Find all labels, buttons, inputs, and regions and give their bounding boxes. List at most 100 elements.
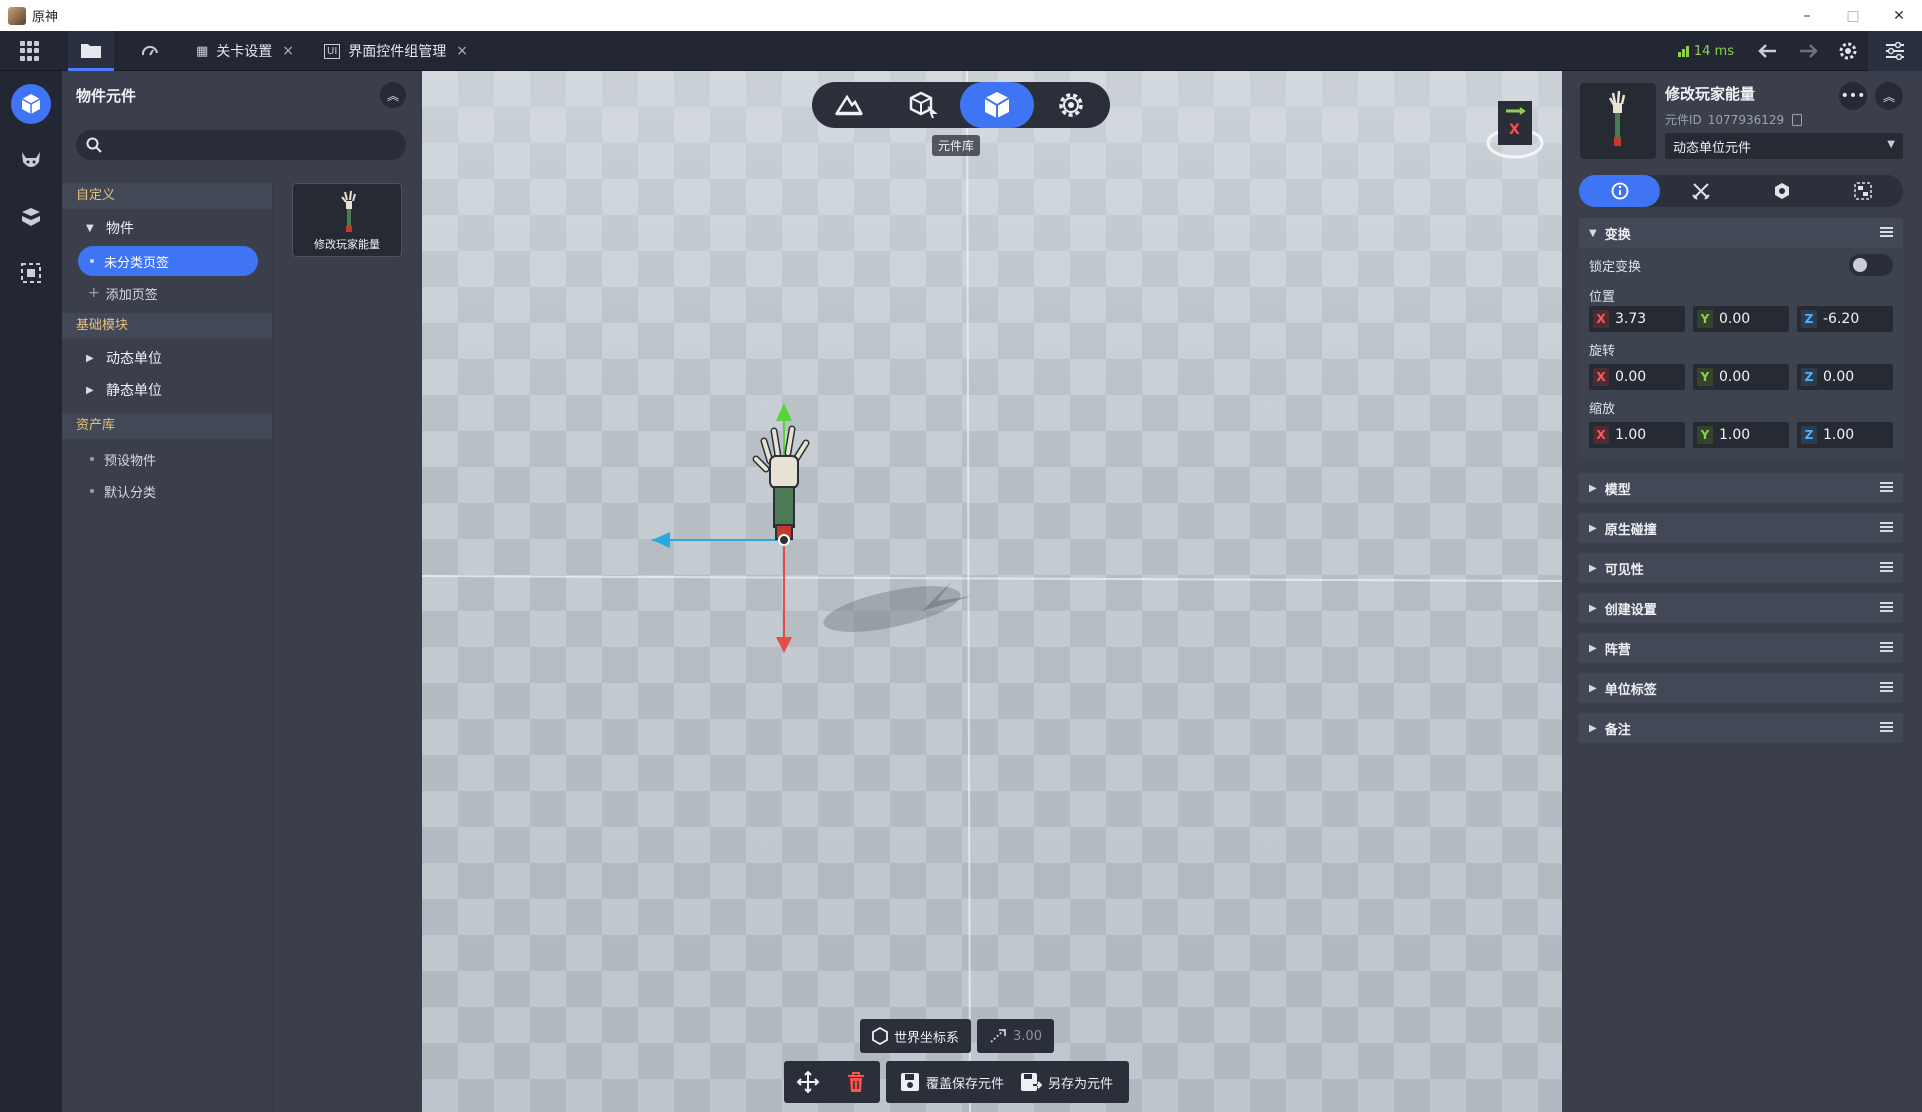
tree-node-static-unit[interactable]: ▶ 静态单位 — [62, 375, 272, 407]
section-unit-tags[interactable]: ▶ 单位标签 — [1579, 673, 1903, 703]
maximize-button[interactable]: □ — [1830, 0, 1876, 31]
gear-icon — [1839, 42, 1857, 60]
section-asset-library: 资产库 — [62, 413, 272, 439]
position-x-field[interactable]: X 3.73 — [1589, 306, 1685, 332]
caret-right-icon: ▶ — [1589, 562, 1597, 574]
caret-right-icon: ▶ — [1589, 642, 1597, 654]
scene-viewport[interactable]: 元件库 X 世界坐标系 3.00 覆盖保存元件 另存为元件 — [422, 71, 1562, 1112]
component-thumbnail[interactable]: 修改玩家能量 — [292, 183, 402, 257]
tab-files[interactable] — [68, 31, 114, 71]
close-tab-button[interactable]: × — [456, 43, 468, 59]
coordinate-system-label: 世界坐标系 — [894, 1030, 960, 1046]
tree-item-label: 默认分类 — [104, 485, 157, 501]
tab-components[interactable] — [1822, 175, 1903, 207]
copy-icon[interactable] — [1792, 113, 1803, 126]
delete-button[interactable] — [832, 1061, 880, 1103]
component-id-value: 1077936129 — [1707, 112, 1785, 127]
mode-component-library[interactable] — [960, 82, 1034, 128]
more-options-button[interactable]: ••• — [1839, 82, 1867, 110]
add-tab-button[interactable]: + 添加页签 — [62, 277, 272, 309]
lock-transform-toggle[interactable] — [1849, 254, 1893, 276]
menu-icon[interactable] — [1880, 722, 1893, 732]
minimize-button[interactable]: – — [1784, 0, 1830, 31]
tree-node-dynamic-unit[interactable]: ▶ 动态单位 — [62, 343, 272, 375]
collapse-panel-button[interactable]: ︽ — [380, 82, 406, 108]
caret-right-icon: ▶ — [1589, 482, 1597, 494]
close-tab-button[interactable]: × — [282, 43, 294, 59]
coordinate-system-button[interactable]: 世界坐标系 — [860, 1019, 972, 1053]
menu-icon[interactable] — [1880, 642, 1893, 652]
tab-sync[interactable] — [128, 31, 172, 71]
section-visibility[interactable]: ▶ 可见性 — [1579, 553, 1903, 583]
position-y-field[interactable]: Y 0.00 — [1693, 306, 1789, 332]
redo-button[interactable] — [1788, 31, 1828, 71]
search-input[interactable] — [110, 137, 390, 153]
scale-z-field[interactable]: Z 1.00 — [1797, 422, 1893, 448]
chevron-up-double-icon: ︽ — [1882, 89, 1895, 104]
menu-icon[interactable] — [1880, 227, 1893, 237]
rail-object-library[interactable] — [11, 84, 51, 124]
section-model[interactable]: ▶ 模型 — [1579, 473, 1903, 503]
mode-terrain[interactable] — [812, 82, 886, 128]
tab-basic-info[interactable] — [1579, 175, 1660, 207]
section-faction[interactable]: ▶ 阵营 — [1579, 633, 1903, 663]
tree-item-preset-objects[interactable]: 预设物件 — [62, 443, 272, 475]
tab-skills[interactable] — [1741, 175, 1822, 207]
menu-icon[interactable] — [1880, 682, 1893, 692]
close-window-button[interactable]: ✕ — [1876, 0, 1922, 31]
rail-prefab-library[interactable] — [11, 197, 51, 237]
thumbnail-label: 修改玩家能量 — [314, 238, 380, 251]
hand-object-preview-icon — [341, 190, 356, 232]
save-as-button[interactable]: 另存为元件 — [1020, 1072, 1129, 1092]
overwrite-save-button[interactable]: 覆盖保存元件 — [886, 1072, 1020, 1092]
tab-ui-control-group[interactable]: UI 界面控件组管理 × — [324, 31, 468, 71]
tree-node-label: 物件 — [106, 221, 134, 237]
tree-node-objects[interactable]: ▼ 物件 — [62, 213, 272, 245]
rail-creature-library[interactable] — [11, 141, 51, 181]
component-type-select[interactable]: 动态单位元件 ▼ — [1665, 133, 1903, 159]
tree-item-default-category[interactable]: 默认分类 — [62, 475, 272, 507]
selected-object-with-transform-handles[interactable] — [652, 401, 972, 721]
menu-icon[interactable] — [1880, 602, 1893, 612]
position-z-field[interactable]: Z -6.20 — [1797, 306, 1893, 332]
section-creation-settings[interactable]: ▶ 创建设置 — [1579, 593, 1903, 623]
settings-button[interactable] — [1828, 31, 1868, 71]
rotation-x-field[interactable]: X 0.00 — [1589, 364, 1685, 390]
axis-y-badge: Y — [1697, 310, 1713, 328]
menu-icon[interactable] — [1880, 562, 1893, 572]
nodes-icon — [1853, 182, 1872, 200]
mode-entity[interactable] — [886, 82, 960, 128]
search-box[interactable] — [76, 130, 406, 160]
box-stack-icon — [22, 208, 40, 226]
scale-x-field[interactable]: X 1.00 — [1589, 422, 1685, 448]
menu-icon[interactable] — [1880, 482, 1893, 492]
rotation-y-field[interactable]: Y 0.00 — [1693, 364, 1789, 390]
snap-step-field[interactable]: 3.00 — [977, 1019, 1054, 1053]
scale-y-field[interactable]: Y 1.00 — [1693, 422, 1789, 448]
transform-header[interactable]: ▼ 变换 — [1579, 218, 1903, 248]
orientation-gizmo[interactable]: X — [1484, 99, 1546, 161]
tree-item-label: 预设物件 — [104, 453, 157, 469]
collapse-panel-button[interactable]: ︽ — [1875, 82, 1903, 110]
tab-combat[interactable] — [1660, 175, 1741, 207]
caret-right-icon: ▶ — [1589, 522, 1597, 534]
mode-settings[interactable] — [1034, 82, 1108, 128]
section-notes[interactable]: ▶ 备注 — [1579, 713, 1903, 743]
preferences-button[interactable] — [1868, 31, 1922, 71]
rotation-z-field[interactable]: Z 0.00 — [1797, 364, 1893, 390]
apps-menu-button[interactable] — [0, 31, 60, 71]
axis-x-badge: X — [1593, 310, 1609, 328]
divider — [272, 183, 274, 1112]
level-settings-icon: ▦ — [196, 43, 209, 59]
move-tool-button[interactable] — [784, 1061, 832, 1103]
menu-icon[interactable] — [1880, 522, 1893, 532]
lock-transform-label: 锁定变换 — [1589, 260, 1642, 275]
undo-button[interactable] — [1748, 31, 1788, 71]
tab-level-settings[interactable]: ▦ 关卡设置 × — [196, 31, 294, 71]
section-title: 阵营 — [1604, 642, 1631, 658]
section-native-collision[interactable]: ▶ 原生碰撞 — [1579, 513, 1903, 543]
ground-grid-lines — [422, 71, 1562, 1112]
rail-selection-tool[interactable] — [11, 253, 51, 293]
tree-item-uncategorized[interactable]: 未分类页签 — [78, 246, 258, 276]
section-title: 模型 — [1604, 482, 1631, 498]
